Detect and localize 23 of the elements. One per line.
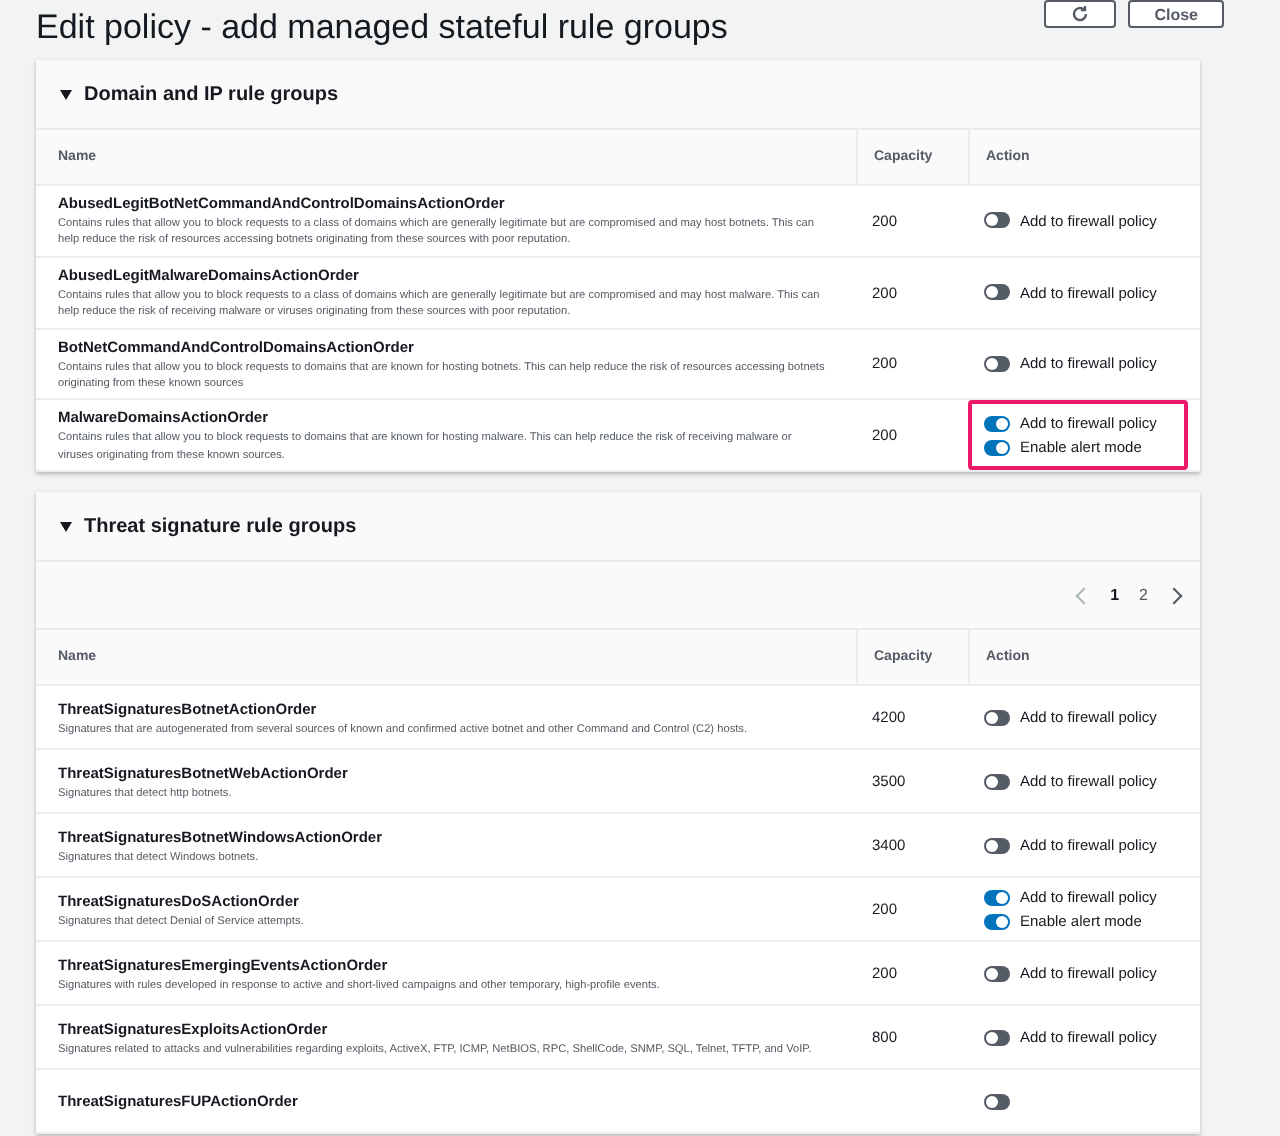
toggle-switch[interactable] bbox=[984, 913, 1010, 930]
toggle-switch[interactable] bbox=[984, 1029, 1010, 1046]
toggle-switch[interactable] bbox=[984, 837, 1010, 854]
section-title: Domain and IP rule groups bbox=[84, 83, 339, 105]
toggle-switch[interactable] bbox=[984, 773, 1010, 790]
toggle-switch[interactable] bbox=[984, 284, 1010, 301]
caret-icon[interactable] bbox=[60, 89, 72, 99]
page-number[interactable]: 1 bbox=[1110, 586, 1120, 605]
toggle-switch[interactable] bbox=[984, 709, 1010, 726]
close-button[interactable]: Close bbox=[1128, 0, 1224, 28]
page-number[interactable]: 2 bbox=[1139, 586, 1148, 605]
page-title: Edit policy - add managed stateful rule groups bbox=[36, 8, 728, 48]
toggle-switch[interactable] bbox=[984, 439, 1010, 456]
refresh-button[interactable] bbox=[1044, 0, 1117, 28]
toggle-switch[interactable] bbox=[984, 355, 1010, 372]
toggle-switch[interactable] bbox=[984, 1093, 1010, 1110]
toggle-switch[interactable] bbox=[984, 889, 1010, 906]
caret-icon[interactable] bbox=[60, 521, 72, 532]
toggle-switch[interactable] bbox=[984, 965, 1010, 982]
section-title: Threat signature rule groups bbox=[84, 515, 357, 538]
toggle-switch[interactable] bbox=[984, 415, 1010, 432]
refresh-icon bbox=[1070, 4, 1091, 24]
toggle-switch[interactable] bbox=[984, 212, 1010, 229]
